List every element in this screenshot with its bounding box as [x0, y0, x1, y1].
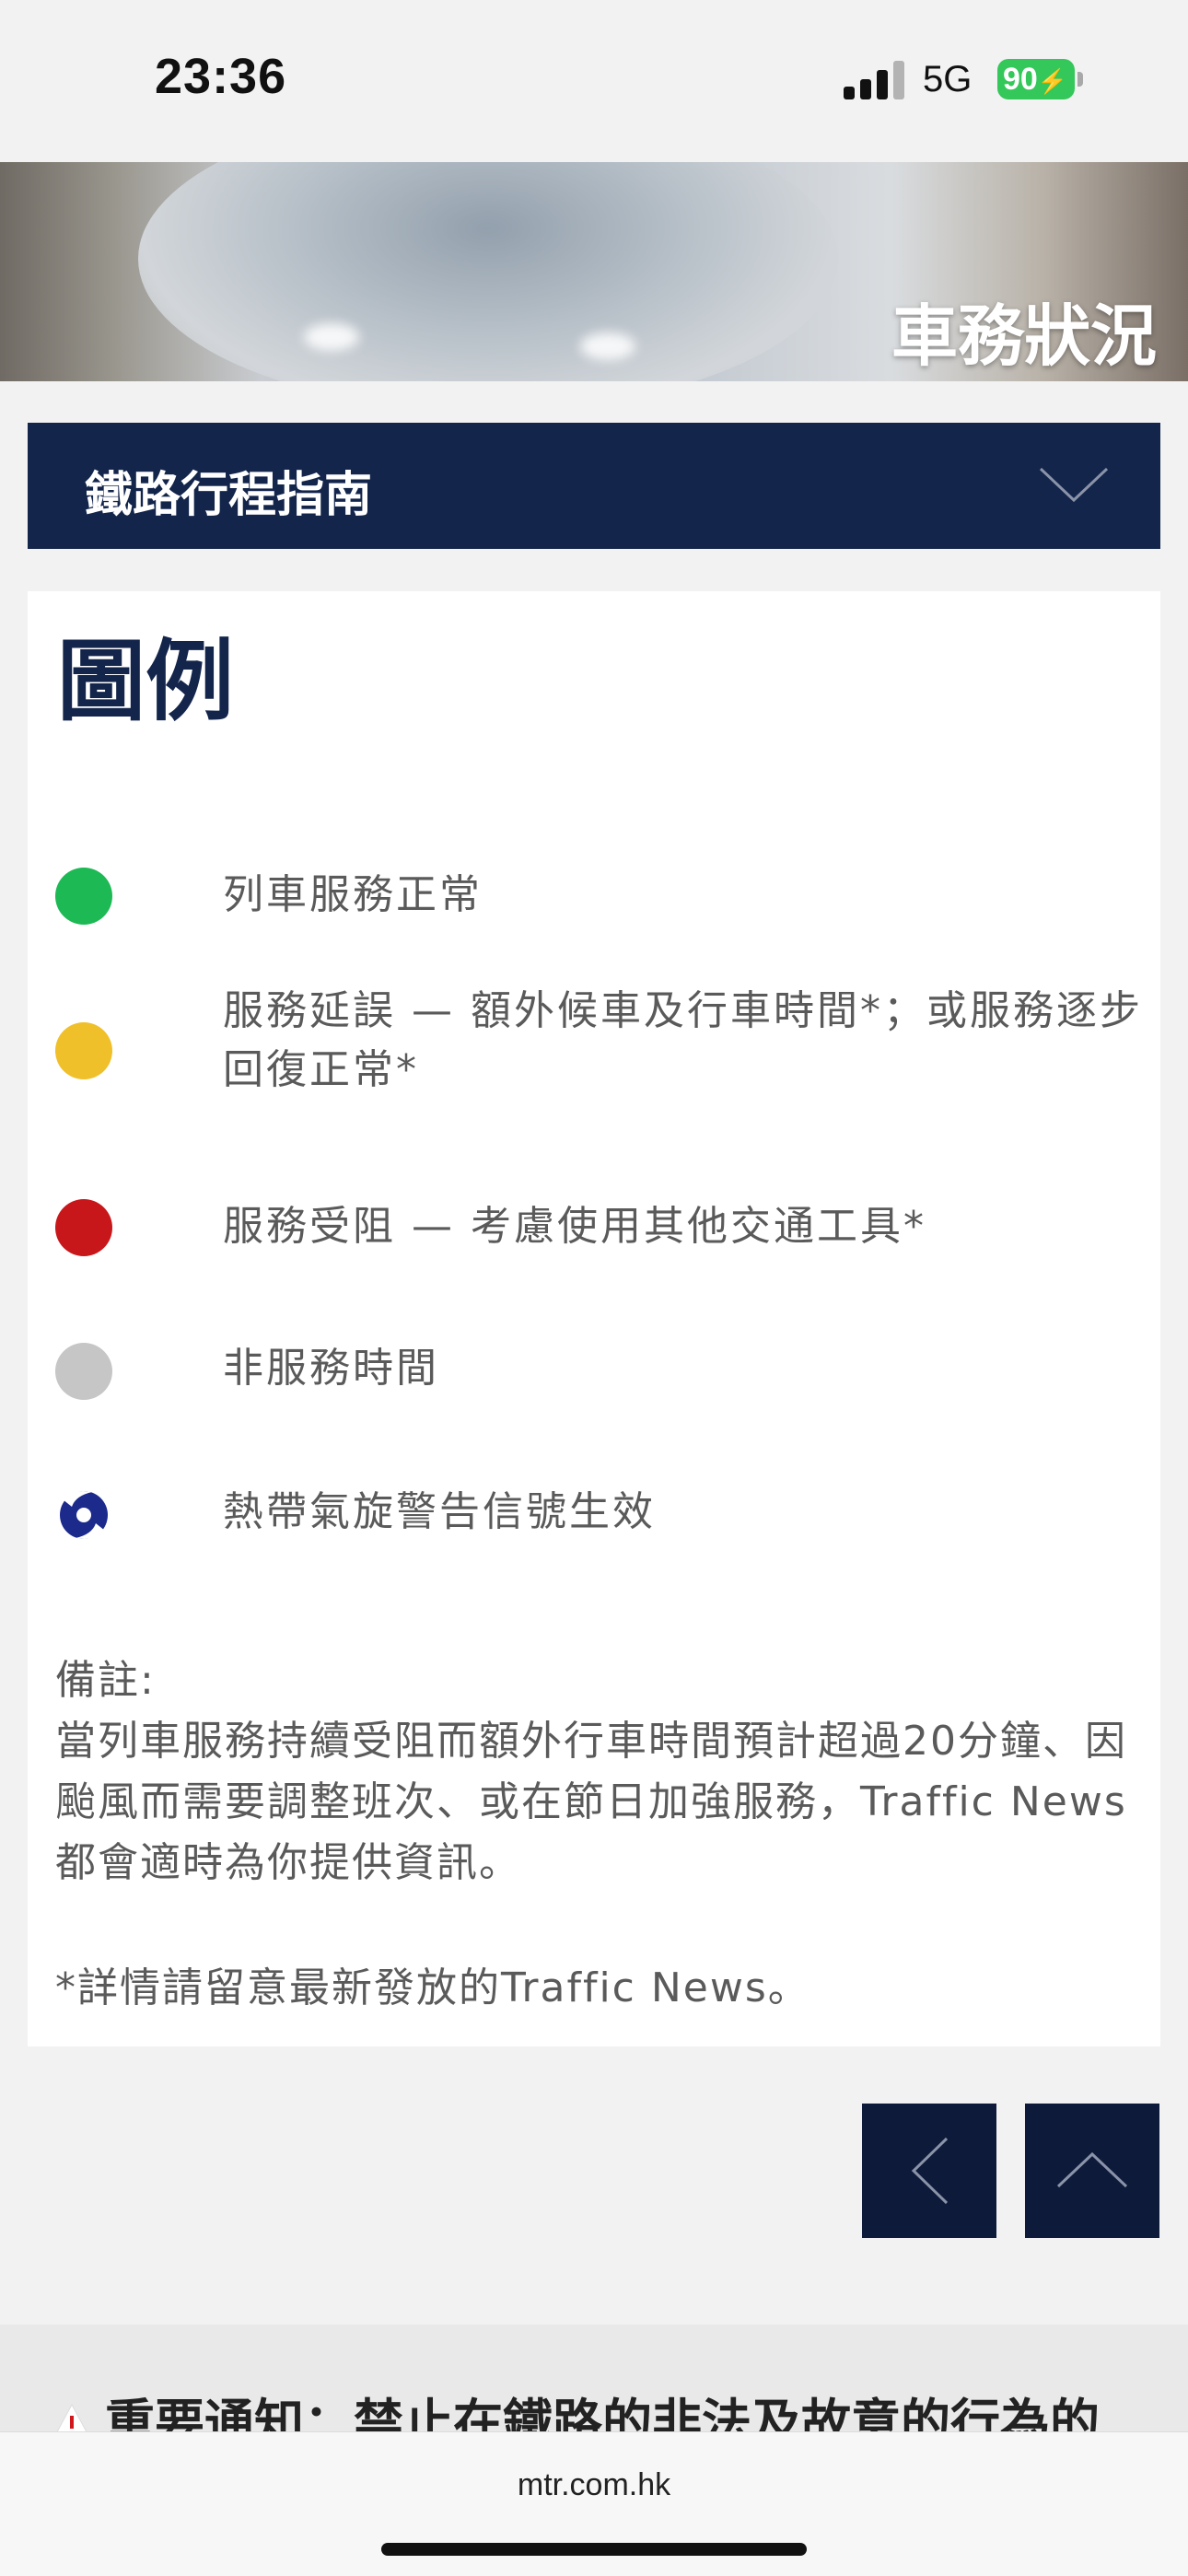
notice-link[interactable]: 重要通知：禁止在鐵路的非法及故意的行為的 [105, 2382, 1100, 2435]
url-text[interactable]: mtr.com.hk [0, 2467, 1188, 2503]
back-button[interactable] [862, 2104, 996, 2238]
chevron-up-icon [1056, 2151, 1128, 2188]
yellow-status-dot [55, 1022, 112, 1079]
red-status-dot [55, 1199, 112, 1256]
typhoon-icon [60, 1491, 108, 1539]
status-bar: 23:36 5G 90⚡ [0, 0, 1188, 162]
train-headlight-right [580, 332, 635, 360]
battery-level: 90 [1003, 62, 1038, 97]
grey-status-dot [55, 1343, 112, 1400]
notes-text: 當列車服務持續受阻而額外行車時間預計超過20分鐘、因颱風而需要調整班次、或在節日… [55, 1718, 1127, 1886]
battery-nub [1077, 72, 1083, 87]
battery-icon: 90⚡ [997, 59, 1075, 99]
legend-card: 圖例 列車服務正常 服務延誤 — 額外候車及行車時間*；或服務逐步回復正常* 服… [28, 591, 1160, 2046]
cellular-signal-icon [844, 61, 906, 99]
status-time: 23:36 [155, 49, 287, 104]
warning-icon [54, 2403, 89, 2435]
chevron-down-icon [1039, 467, 1109, 503]
notes-label: 備註: [55, 1657, 156, 1704]
browser-address-bar[interactable]: mtr.com.hk [0, 2431, 1188, 2576]
chevron-left-icon [911, 2137, 949, 2205]
green-status-dot [55, 868, 112, 925]
journey-guide-dropdown[interactable]: 鐵路行程指南 [28, 423, 1160, 549]
legend-item-text: 列車服務正常 [223, 871, 483, 918]
scroll-to-top-button[interactable] [1025, 2104, 1159, 2238]
train-headlight-left [304, 323, 359, 351]
network-type: 5G [923, 59, 973, 99]
home-indicator[interactable] [381, 2543, 807, 2556]
legend-item-text: 服務延誤 — 額外候車及行車時間*；或服務逐步回復正常* [223, 987, 1143, 1093]
page-title: 車務狀況 [891, 297, 1157, 375]
legend-item-text: 熱帶氣旋警告信號生效 [223, 1488, 656, 1535]
train-image [138, 162, 838, 381]
legend-notes: 備註: 當列車服務持續受阻而額外行車時間預計超過20分鐘、因颱風而需要調整班次、… [55, 1650, 1142, 1894]
legend-item-text: 非服務時間 [223, 1345, 439, 1392]
important-notice[interactable]: 重要通知：禁止在鐵路的非法及故意的行為的 [0, 2325, 1188, 2435]
page-banner: 車務狀況 [0, 162, 1188, 381]
legend-item-text: 服務受阻 — 考慮使用其他交通工具* [223, 1203, 926, 1250]
legend-footnote: *詳情請留意最新發放的Traffic News。 [55, 1964, 810, 2011]
legend-title: 圖例 [57, 630, 234, 733]
dropdown-label: 鐵路行程指南 [85, 468, 373, 523]
